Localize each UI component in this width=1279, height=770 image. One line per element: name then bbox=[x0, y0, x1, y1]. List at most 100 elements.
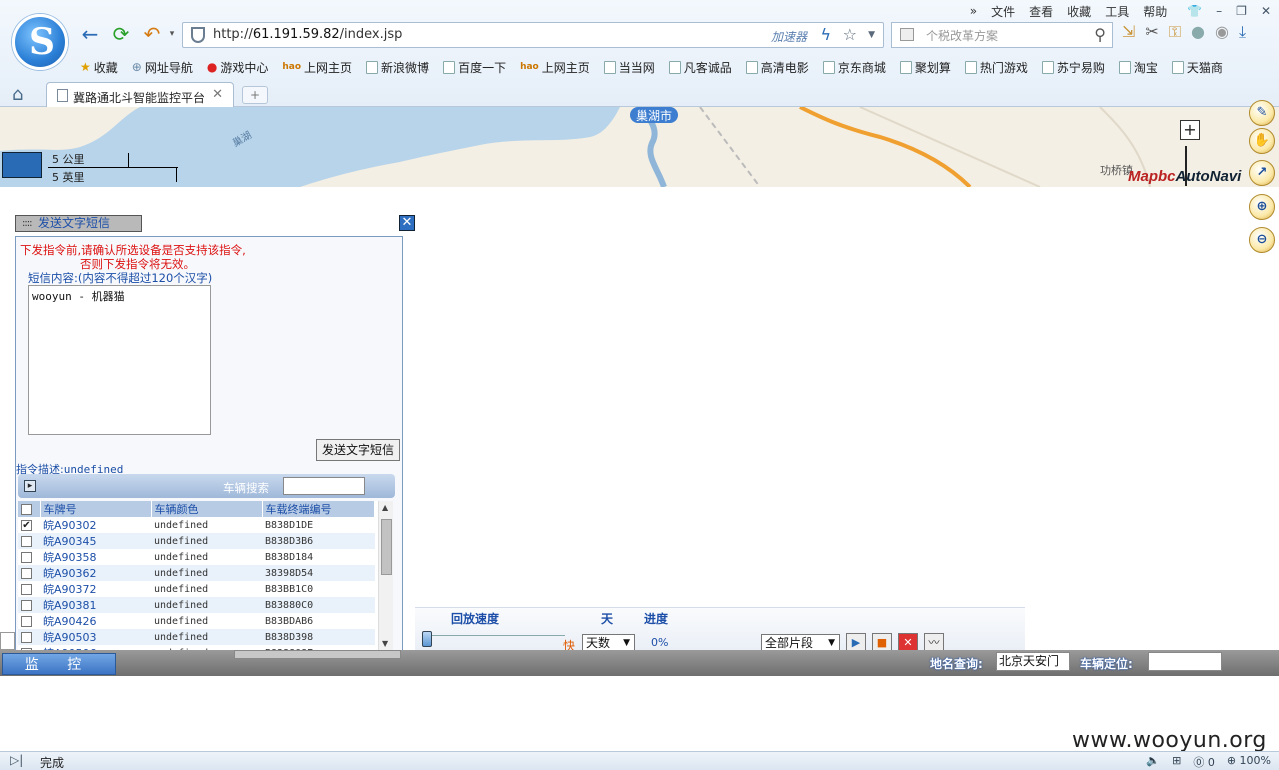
edit-tool-icon[interactable]: ✎ bbox=[1249, 100, 1275, 126]
vehicle-locate-input[interactable] bbox=[1148, 652, 1222, 671]
bookmark-item[interactable]: 凡客诚品 bbox=[668, 57, 732, 77]
bookmark-item[interactable]: 聚划算 bbox=[899, 57, 951, 77]
extension-icon[interactable]: ⇲ bbox=[1122, 22, 1135, 42]
row-checkbox-cell[interactable] bbox=[18, 613, 40, 629]
network-icon[interactable]: ⊞ bbox=[1172, 754, 1181, 770]
scroll-up-icon[interactable]: ▲ bbox=[382, 503, 388, 512]
row-checkbox-cell[interactable] bbox=[18, 533, 40, 549]
row-checkbox-cell[interactable]: ✔ bbox=[18, 517, 40, 533]
menu-help[interactable]: 帮助 bbox=[1143, 3, 1167, 20]
bookmark-item[interactable]: 高清电影 bbox=[745, 57, 809, 77]
scroll-thumb[interactable] bbox=[381, 519, 392, 575]
row-checkbox[interactable] bbox=[21, 552, 32, 563]
scroll-down-icon[interactable]: ▼ bbox=[382, 639, 388, 648]
vertical-scrollbar[interactable]: ▲ ▼ bbox=[378, 501, 393, 653]
close-tab-icon[interactable]: ✕ bbox=[212, 87, 223, 102]
accelerator-label[interactable]: 加速器 bbox=[771, 28, 807, 45]
search-icon[interactable]: ⚲ bbox=[1094, 25, 1106, 44]
bookmark-item[interactable]: hao 上网主页 bbox=[520, 57, 590, 77]
pan-hand-icon[interactable]: ✋ bbox=[1249, 128, 1275, 154]
row-checkbox[interactable] bbox=[21, 632, 32, 643]
row-checkbox-cell[interactable] bbox=[18, 597, 40, 613]
chat-icon[interactable]: ◉ bbox=[1215, 22, 1229, 42]
vehicle-search-input[interactable] bbox=[283, 477, 365, 495]
drag-grip-icon[interactable]: :::: bbox=[22, 216, 33, 231]
expand-icon[interactable]: ▸ bbox=[24, 480, 36, 492]
bookmark-item[interactable]: 新浪微博 bbox=[366, 57, 429, 77]
zoom-in-button[interactable]: + bbox=[1180, 120, 1200, 140]
row-checkbox[interactable] bbox=[21, 584, 32, 595]
menu-more[interactable]: » bbox=[970, 4, 977, 18]
skin-icon[interactable]: 👕 bbox=[1187, 4, 1202, 18]
status-count[interactable]: ⓪ 0 bbox=[1193, 754, 1215, 770]
search-box[interactable]: 个税改革方案 ⚲ bbox=[891, 22, 1113, 48]
undo-dropdown-icon[interactable]: ▾ bbox=[160, 22, 184, 46]
row-checkbox-cell[interactable] bbox=[18, 629, 40, 645]
speed-slider[interactable] bbox=[425, 635, 565, 639]
menu-view[interactable]: 查看 bbox=[1029, 3, 1053, 20]
row-checkbox[interactable]: ✔ bbox=[21, 520, 32, 531]
send-sms-button[interactable]: 发送文字短信 bbox=[316, 439, 400, 461]
row-checkbox[interactable] bbox=[21, 536, 32, 547]
collapsed-tab[interactable] bbox=[234, 650, 401, 659]
bookmark-item[interactable]: ● 游戏中心 bbox=[207, 57, 269, 77]
close-window-icon[interactable]: ✕ bbox=[1261, 4, 1271, 18]
close-icon[interactable]: ✕ bbox=[399, 215, 415, 231]
table-row[interactable]: 皖A90426 undefined B83BDAB6 bbox=[18, 613, 375, 629]
bookmark-item[interactable]: 淘宝 bbox=[1118, 57, 1158, 77]
table-row[interactable]: 皖A90372 undefined B83BB1C0 bbox=[18, 581, 375, 597]
zoom-in-icon[interactable]: ⊕ bbox=[1249, 194, 1275, 220]
new-tab-button[interactable]: + bbox=[242, 86, 268, 104]
place-search-input[interactable]: 北京天安门 bbox=[996, 652, 1070, 671]
table-row[interactable]: 皖A90358 undefined B838D184 bbox=[18, 549, 375, 565]
home-icon[interactable]: ⌂ bbox=[12, 84, 23, 105]
restore-icon[interactable]: ❐ bbox=[1236, 4, 1247, 18]
bookmark-item[interactable]: 热门游戏 bbox=[964, 57, 1028, 77]
column-terminal[interactable]: 车载终端编号 bbox=[262, 501, 375, 517]
address-url[interactable]: http://61.191.59.82/index.jsp bbox=[213, 27, 402, 42]
column-color[interactable]: 车辆颜色 bbox=[151, 501, 263, 517]
table-row[interactable]: 皖A90381 undefined B83880C0 bbox=[18, 597, 375, 613]
menu-file[interactable]: 文件 bbox=[991, 3, 1015, 20]
select-all-header[interactable] bbox=[18, 501, 41, 517]
measure-icon[interactable]: ↗ bbox=[1249, 160, 1275, 186]
table-row[interactable]: 皖A90503 undefined B838D398 bbox=[18, 629, 375, 645]
bookmark-item[interactable]: ⊕ 网址导航 bbox=[132, 57, 193, 77]
table-row[interactable]: ✔ 皖A90302 undefined B838D1DE bbox=[18, 517, 375, 533]
bookmark-item[interactable]: 苏宁易购 bbox=[1041, 57, 1105, 77]
lightning-icon[interactable]: ϟ bbox=[820, 25, 831, 44]
status-play-icon[interactable]: ▷| bbox=[10, 753, 23, 767]
bookmark-item[interactable]: ★ 收藏 bbox=[80, 57, 118, 77]
bookmark-item[interactable]: 天猫商 bbox=[1171, 57, 1223, 77]
sms-content-input[interactable]: wooyun - 机器猫 bbox=[28, 285, 211, 435]
row-checkbox[interactable] bbox=[21, 600, 32, 611]
table-row[interactable]: 皖A90345 undefined B838D3B6 bbox=[18, 533, 375, 549]
search-engine-icon[interactable] bbox=[900, 28, 914, 41]
table-row[interactable]: 皖A90362 undefined 38398D54 bbox=[18, 565, 375, 581]
menu-favorites[interactable]: 收藏 bbox=[1067, 3, 1091, 20]
zoom-out-icon[interactable]: ⊖ bbox=[1249, 227, 1275, 253]
row-checkbox-cell[interactable] bbox=[18, 581, 40, 597]
refresh-icon[interactable]: ⟳ bbox=[109, 22, 133, 46]
bookmark-item[interactable]: 京东商城 bbox=[822, 57, 886, 77]
star-icon[interactable]: ☆ bbox=[843, 25, 857, 44]
row-checkbox[interactable] bbox=[21, 568, 32, 579]
column-plate[interactable]: 车牌号 bbox=[40, 501, 152, 517]
scissors-icon[interactable]: ✂ bbox=[1145, 22, 1158, 42]
row-checkbox[interactable] bbox=[21, 616, 32, 627]
more-icon[interactable]: ● bbox=[1191, 22, 1205, 42]
speed-slider-knob[interactable] bbox=[422, 631, 432, 647]
zoom-slider[interactable] bbox=[1185, 146, 1195, 186]
address-bar[interactable]: http://61.191.59.82/index.jsp 加速器 ϟ ☆ ▼ bbox=[182, 22, 884, 48]
back-arrow-icon[interactable]: ← bbox=[78, 22, 102, 46]
download-icon[interactable]: ⤓ bbox=[1239, 22, 1246, 42]
bookmark-item[interactable]: 当当网 bbox=[603, 57, 655, 77]
tab-active[interactable]: 冀路通北斗智能监控平台 ✕ bbox=[46, 82, 234, 108]
zoom-level[interactable]: ⊕ 100% bbox=[1227, 754, 1271, 770]
panel-title[interactable]: :::: 发送文字短信 bbox=[15, 215, 142, 232]
volume-icon[interactable]: 🔈 bbox=[1146, 754, 1160, 770]
bookmark-item[interactable]: hao 上网主页 bbox=[282, 57, 352, 77]
tab-monitor[interactable]: 监 控 bbox=[2, 653, 116, 675]
menu-tools[interactable]: 工具 bbox=[1105, 3, 1129, 20]
row-checkbox-cell[interactable] bbox=[18, 549, 40, 565]
